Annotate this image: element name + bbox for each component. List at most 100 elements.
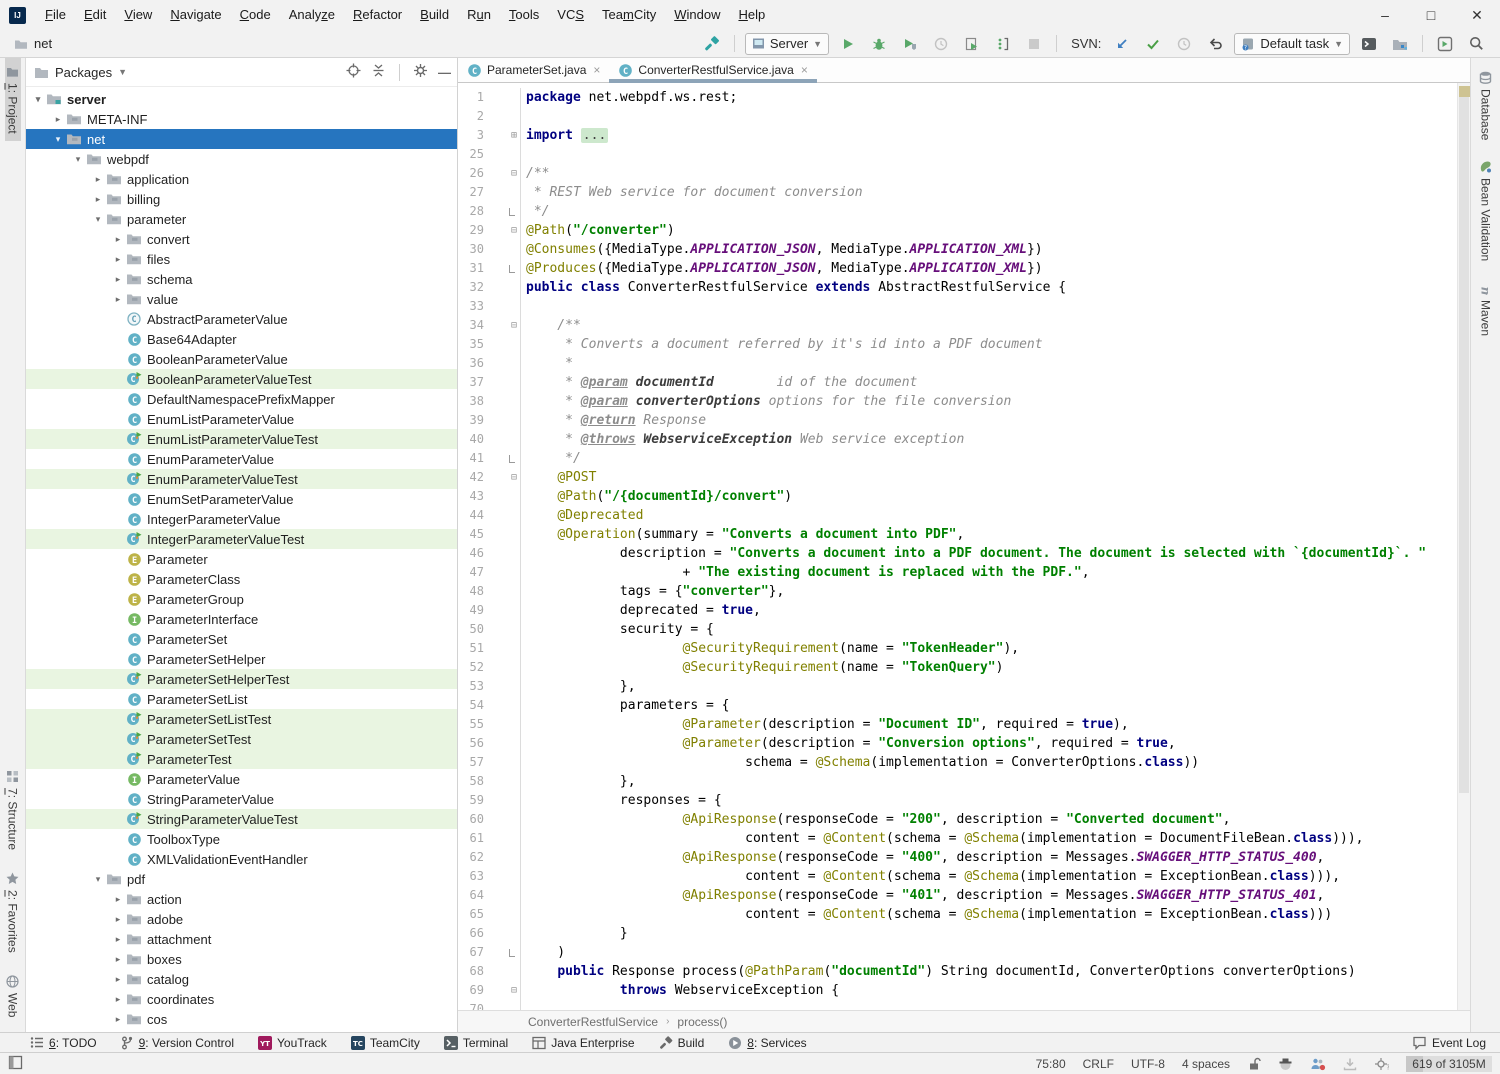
menu-view[interactable]: View: [115, 0, 161, 30]
tree-item-defaultnamespaceprefixmapper[interactable]: CDefaultNamespacePrefixMapper: [26, 389, 457, 409]
collapse-all-icon[interactable]: [371, 63, 386, 81]
tree-item-parametersethelpertest[interactable]: CParameterSetHelperTest: [26, 669, 457, 689]
vcs-update-icon[interactable]: [1110, 33, 1134, 55]
tree-item-enumsetparametervalue[interactable]: CEnumSetParameterValue: [26, 489, 457, 509]
gear-icon[interactable]: [413, 63, 428, 81]
menu-refactor[interactable]: Refactor: [344, 0, 411, 30]
tree-item-schema[interactable]: ▸schema: [26, 269, 457, 289]
cursor-position[interactable]: 75:80: [1036, 1057, 1066, 1071]
tool-stripe-database[interactable]: Database: [1478, 64, 1494, 147]
file-encoding[interactable]: UTF-8: [1131, 1057, 1165, 1071]
lock-open-icon[interactable]: [1247, 1057, 1261, 1071]
tree-item-parametersetlist[interactable]: CParameterSetList: [26, 689, 457, 709]
scrollbar-thumb[interactable]: [1459, 87, 1469, 793]
tree-item-integerparametervaluetest[interactable]: CIntegerParameterValueTest: [26, 529, 457, 549]
tree-item-stringparametervaluetest[interactable]: CStringParameterValueTest: [26, 809, 457, 829]
chevron-down-icon[interactable]: ▾: [90, 214, 106, 225]
maximize-button[interactable]: □: [1408, 0, 1454, 30]
tree-item-parameterinterface[interactable]: IParameterInterface: [26, 609, 457, 629]
tree-item-application[interactable]: ▸application: [26, 169, 457, 189]
tree-item-parameterclass[interactable]: EParameterClass: [26, 569, 457, 589]
chevron-right-icon[interactable]: ▸: [50, 114, 66, 125]
menu-vcs[interactable]: VCS: [548, 0, 593, 30]
editor-area[interactable]: CParameterSet.java×CConverterRestfulServ…: [458, 58, 1470, 1032]
tree-item-files[interactable]: ▸files: [26, 249, 457, 269]
update-application-icon[interactable]: [960, 33, 984, 55]
chevron-down-icon[interactable]: ▾: [50, 134, 66, 145]
menu-navigate[interactable]: Navigate: [161, 0, 230, 30]
stop-icon[interactable]: [1022, 33, 1046, 55]
tree-item-xmlvalidationeventhandler[interactable]: CXMLValidationEventHandler: [26, 849, 457, 869]
breadcrumb-converterrestfulservice[interactable]: ConverterRestfulService: [528, 1015, 658, 1029]
tree-item-parameterset[interactable]: CParameterSet: [26, 629, 457, 649]
tree-item-parameter[interactable]: EParameter: [26, 549, 457, 569]
menu-edit[interactable]: Edit: [75, 0, 115, 30]
fold-marker-icon[interactable]: ⊟: [484, 221, 520, 240]
run-icon[interactable]: [836, 33, 860, 55]
code-with-me-icon[interactable]: [1310, 1057, 1326, 1071]
vcs-history-icon[interactable]: [1172, 33, 1196, 55]
run-coverage-icon[interactable]: [898, 33, 922, 55]
tree-item-parametervalue[interactable]: IParameterValue: [26, 769, 457, 789]
tool-stripe-maven[interactable]: mMaven: [1478, 275, 1494, 343]
vcs-commit-icon[interactable]: [1141, 33, 1165, 55]
tree-item-action[interactable]: ▸action: [26, 889, 457, 909]
toolwindow-teamcity[interactable]: TCTeamCity: [351, 1036, 420, 1050]
fold-marker-icon[interactable]: [484, 259, 520, 278]
chevron-right-icon[interactable]: ▸: [110, 974, 126, 985]
build-hammer-icon[interactable]: [700, 33, 724, 55]
toolwindow-buildtw[interactable]: Build: [659, 1036, 705, 1050]
tree-item-pdf[interactable]: ▾pdf: [26, 869, 457, 889]
tree-item-parameter[interactable]: ▾parameter: [26, 209, 457, 229]
vcs-rollback-icon[interactable]: [1203, 33, 1227, 55]
tree-item-base64adapter[interactable]: CBase64Adapter: [26, 329, 457, 349]
tree-item-cos[interactable]: ▸cos: [26, 1009, 457, 1029]
tree-item-booleanparametervalue[interactable]: CBooleanParameterValue: [26, 349, 457, 369]
tree-item-parametersetlisttest[interactable]: CParameterSetListTest: [26, 709, 457, 729]
fold-marker-icon[interactable]: ⊞: [484, 126, 520, 145]
tree-item-parametertest[interactable]: CParameterTest: [26, 749, 457, 769]
tool-stripe-project[interactable]: 1: Project: [5, 58, 21, 141]
toolwindow-youtrack[interactable]: YTYouTrack: [258, 1036, 327, 1050]
fold-marker-icon[interactable]: ⊟: [484, 164, 520, 183]
task-select[interactable]: ? Default task ▼: [1234, 33, 1350, 55]
tree-item-toolboxtype[interactable]: CToolboxType: [26, 829, 457, 849]
toolwindow-services[interactable]: 8: Services: [728, 1036, 806, 1050]
tree-item-enumparametervalue[interactable]: CEnumParameterValue: [26, 449, 457, 469]
menu-help[interactable]: Help: [729, 0, 774, 30]
incognito-icon[interactable]: [1278, 1057, 1293, 1071]
chevron-right-icon[interactable]: ▸: [110, 994, 126, 1005]
menu-analyze[interactable]: Analyze: [280, 0, 344, 30]
tree-item-enumlistparametervalue[interactable]: CEnumListParameterValue: [26, 409, 457, 429]
toolwindow-vcs[interactable]: 9: Version Control: [121, 1036, 234, 1050]
tab-parameterset.java[interactable]: CParameterSet.java×: [458, 58, 609, 82]
close-icon[interactable]: ×: [593, 63, 600, 77]
menu-file[interactable]: File: [36, 0, 75, 30]
code-editor[interactable]: 1package net.webpdf.ws.rest;23⊞import ..…: [458, 83, 1470, 1010]
memory-indicator[interactable]: 619 of 3105M: [1406, 1056, 1492, 1072]
fold-marker-icon[interactable]: ⊟: [484, 316, 520, 335]
tool-stripe-favorites[interactable]: 2: Favorites: [5, 865, 21, 960]
chevron-right-icon[interactable]: ▸: [110, 1014, 126, 1025]
line-ending[interactable]: CRLF: [1083, 1057, 1114, 1071]
project-structure-icon[interactable]: [1388, 33, 1412, 55]
tree-item-boxes[interactable]: ▸boxes: [26, 949, 457, 969]
fold-marker-icon[interactable]: [484, 202, 520, 221]
chevron-right-icon[interactable]: ▸: [110, 254, 126, 265]
menu-run[interactable]: Run: [458, 0, 500, 30]
project-tree[interactable]: ▾server▸META-INF▾net▾webpdf▸application▸…: [26, 87, 457, 1032]
tool-stripe-beanvalidation[interactable]: Bean Validation: [1478, 153, 1494, 268]
chevron-right-icon[interactable]: ▸: [110, 274, 126, 285]
breadcrumb[interactable]: net: [0, 36, 52, 51]
fold-marker-icon[interactable]: [484, 449, 520, 468]
menu-teamcity[interactable]: TeamCity: [593, 0, 665, 30]
chevron-down-icon[interactable]: ▾: [90, 874, 106, 885]
breadcrumb-process[interactable]: process(): [677, 1015, 727, 1029]
chevron-down-icon[interactable]: ▾: [70, 154, 86, 165]
locate-icon[interactable]: [346, 63, 361, 81]
tab-converterrestfulservice.java[interactable]: CConverterRestfulService.java×: [609, 58, 816, 82]
chevron-right-icon[interactable]: ▸: [90, 174, 106, 185]
tree-item-billing[interactable]: ▸billing: [26, 189, 457, 209]
inspection-status-marker[interactable]: [1459, 86, 1470, 97]
attach-debugger-icon[interactable]: [991, 33, 1015, 55]
